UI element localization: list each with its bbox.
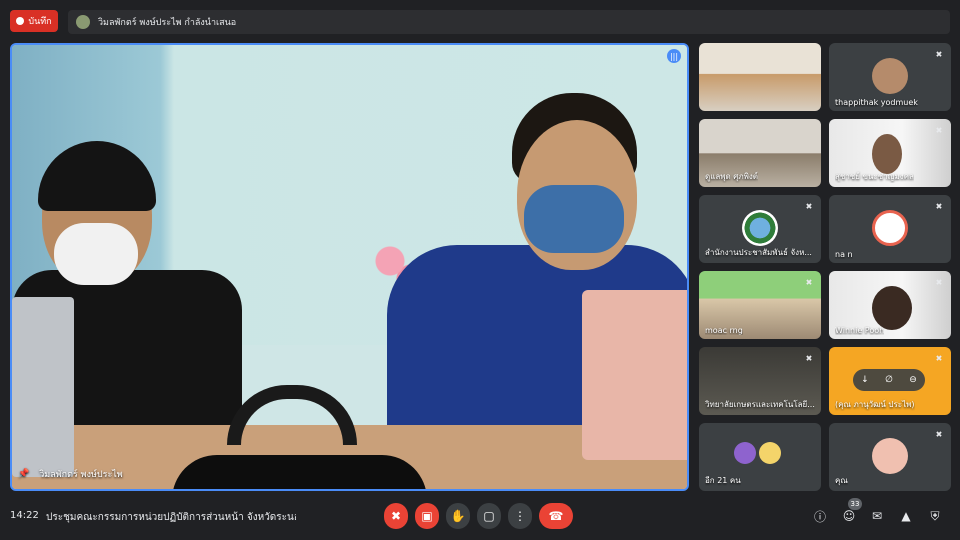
tile-hover-controls: ↓ ∅ ⊖ xyxy=(853,369,925,391)
self-avatar xyxy=(872,437,908,474)
mic-toggle-button[interactable]: ✖ xyxy=(384,503,408,529)
tile-name: (คุณ ภานุวัฒน์ ประไพ) xyxy=(835,400,915,409)
mic-off-icon: ✖ xyxy=(935,430,943,439)
activities-button[interactable]: ▲ xyxy=(897,507,915,525)
activities-icon: ▲ xyxy=(901,509,911,523)
info-icon: ⓘ xyxy=(813,509,826,524)
mic-off-icon: ✖ xyxy=(390,509,402,523)
mic-off-icon: ✖ xyxy=(805,202,813,211)
pin-icon[interactable]: ↓ xyxy=(861,375,869,385)
participant-video xyxy=(872,285,912,330)
tile-name: ดูแลพุด ศุภพิงต์ xyxy=(705,172,758,181)
chat-button[interactable]: ✉ xyxy=(868,507,886,525)
tile-name: thappithak yodmuek xyxy=(835,98,918,107)
tile-name: moac rng xyxy=(705,326,743,335)
tile-name: Winnie Pooh xyxy=(835,326,885,335)
hang-up-icon: ☎ xyxy=(548,509,564,523)
participant-tile[interactable]: ✖ na n xyxy=(829,195,951,263)
presenting-text: วิมลพักตร์ พงษ์ประไพ กำลังนำเสนอ xyxy=(98,18,237,28)
camera-toggle-button[interactable]: ▣ xyxy=(415,503,439,529)
participant-tile[interactable]: ✖ Winnie Pooh xyxy=(829,271,951,339)
mic-off-icon: ✖ xyxy=(805,278,813,287)
mic-off-icon: ✖ xyxy=(935,50,943,59)
presenter-avatar xyxy=(76,15,90,29)
meeting-title: ประชุมคณะกรรมการหน่วยปฏิบัติการส่วนหน้า … xyxy=(46,512,296,523)
globe-avatar xyxy=(742,209,778,246)
more-vert-icon: ⋮ xyxy=(514,509,526,523)
mic-off-icon: ✖ xyxy=(805,354,813,363)
laptop-left xyxy=(12,297,74,477)
tile-name: na n xyxy=(835,250,853,259)
people-icon: ☺ xyxy=(842,509,856,523)
stage-name-label: 📌 วิมลพักตร์ พงษ์ประไพ xyxy=(18,467,123,481)
present-button[interactable]: ▢ xyxy=(477,503,501,529)
participant-count-badge: 33 xyxy=(848,498,862,510)
more-participants-tile[interactable]: อีก 21 คน xyxy=(699,423,821,491)
participant-video xyxy=(872,133,902,174)
meeting-details-button[interactable]: ⓘ xyxy=(811,507,829,525)
tile-name: สำนักงานประชาสัมพันธ์ จังห... xyxy=(705,248,812,257)
participant-tile[interactable]: ✖ วิทยาลัยเกษตรและเทคโนโลยี... xyxy=(699,347,821,415)
face-mask-blue xyxy=(524,185,624,253)
pin-icon[interactable]: 📌 xyxy=(18,469,29,479)
tile-name: คุณ xyxy=(835,476,848,485)
tile-name: สุชาชย์ ขนะชาญมงคล xyxy=(835,172,914,181)
recording-badge[interactable]: บันทึก xyxy=(10,10,58,32)
stage-participant-name: วิมลพักตร์ พงษ์ประไพ xyxy=(39,470,123,480)
participant-tile[interactable]: ✖ สำนักงานประชาสัมพันธ์ จังห... xyxy=(699,195,821,263)
mic-off-icon: ✖ xyxy=(935,202,943,211)
presenting-banner: วิมลพักตร์ พงษ์ประไพ กำลังนำเสนอ xyxy=(68,10,950,34)
hand-icon: ✋ xyxy=(450,509,466,523)
participant-tile[interactable]: ✖ moac rng xyxy=(699,271,821,339)
participant-tile[interactable]: ✖ thappithak yodmuek xyxy=(829,43,951,111)
mic-off-icon: ✖ xyxy=(935,354,943,363)
raise-hand-button[interactable]: ✋ xyxy=(446,503,470,529)
leave-call-button[interactable]: ☎ xyxy=(539,503,573,529)
present-screen-icon: ▢ xyxy=(483,509,495,523)
host-controls-button[interactable]: ⛨ xyxy=(926,507,944,525)
face-mask-white xyxy=(54,223,138,285)
avatar xyxy=(872,57,908,94)
clock: 14:22 xyxy=(10,510,39,521)
chat-icon: ✉ xyxy=(871,509,883,523)
more-options-button[interactable]: ⋮ xyxy=(508,503,532,529)
mute-icon[interactable]: ∅ xyxy=(885,375,893,385)
participant-tile[interactable]: ✖ สุชาชย์ ขนะชาญมงคล xyxy=(829,119,951,187)
participant-tile[interactable]: ดูแลพุด ศุภพิงต์ xyxy=(699,119,821,187)
mic-off-icon: ✖ xyxy=(935,126,943,135)
meet-window: บันทึก วิมลพักตร์ พงษ์ประไพ กำลังนำเสนอ … xyxy=(0,0,960,540)
mic-off-icon: ✖ xyxy=(935,278,943,287)
tile-name: อีก 21 คน xyxy=(705,476,741,485)
participant-tile[interactable] xyxy=(699,43,821,111)
camera-off-icon: ▣ xyxy=(421,509,433,523)
tile-name: วิทยาลัยเกษตรและเทคโนโลยี... xyxy=(705,400,815,409)
remove-icon[interactable]: ⊖ xyxy=(909,375,917,385)
avatar xyxy=(734,441,757,464)
laptop-right xyxy=(582,290,687,460)
recording-label: บันทึก xyxy=(28,17,52,27)
main-video[interactable]: ||| 📌 วิมลพักตร์ พงษ์ประไพ xyxy=(10,43,689,491)
speaking-indicator-icon: ||| xyxy=(667,49,681,63)
microphone-foam xyxy=(172,455,427,489)
record-dot-icon xyxy=(16,17,25,25)
avatar xyxy=(758,441,781,464)
shield-icon: ⛨ xyxy=(930,508,940,523)
headphones xyxy=(227,385,357,445)
avatar xyxy=(872,209,908,246)
self-tile[interactable]: ✖ คุณ xyxy=(829,423,951,491)
participant-tile-hovered[interactable]: ✖ ↓ ∅ ⊖ (คุณ ภานุวัฒน์ ประไพ) xyxy=(829,347,951,415)
